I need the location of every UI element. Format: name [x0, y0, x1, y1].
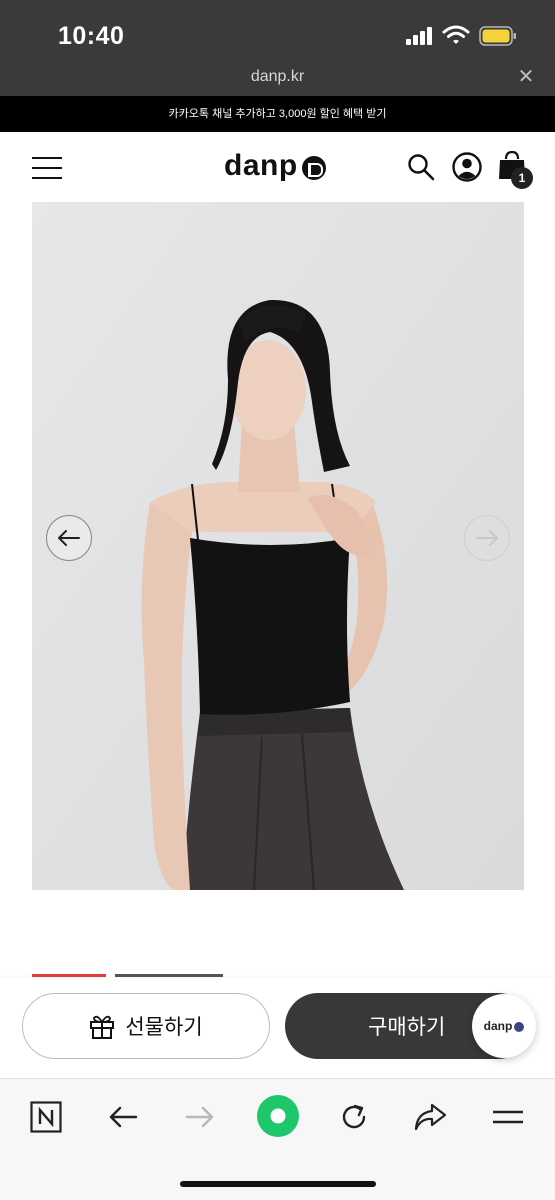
buy-button-label: 구매하기: [368, 1016, 446, 1039]
share-icon[interactable]: [410, 1097, 450, 1137]
gift-icon: [90, 1015, 115, 1039]
logo-mark-icon: [301, 156, 326, 180]
url-text[interactable]: danp.kr: [0, 68, 555, 86]
product-photo: [32, 202, 524, 890]
arrow-right-icon: [476, 530, 498, 546]
search-icon[interactable]: [407, 153, 435, 181]
logo-text: danp: [224, 149, 298, 182]
cart-count-badge: 1: [511, 167, 533, 189]
reload-icon[interactable]: [334, 1097, 374, 1137]
cellular-signal-icon: [406, 27, 434, 45]
gift-button[interactable]: 선물하기: [22, 993, 270, 1059]
home-indicator[interactable]: [180, 1181, 376, 1187]
carousel-prev-button[interactable]: [46, 515, 92, 561]
arrow-left-icon: [58, 530, 80, 546]
carousel-indicator-active[interactable]: [32, 974, 106, 977]
forward-arrow-icon[interactable]: [180, 1097, 220, 1137]
account-icon[interactable]: [452, 152, 482, 182]
battery-icon: [479, 26, 516, 46]
close-icon[interactable]: ✕: [515, 66, 537, 88]
chat-logo-icon: [514, 1022, 525, 1032]
naver-n-icon[interactable]: [26, 1097, 66, 1137]
chat-button-label: danp: [483, 1019, 513, 1033]
chat-floating-button[interactable]: danp: [472, 994, 536, 1058]
site-header: danp: [0, 132, 555, 202]
purchase-cta-bar: 선물하기 구매하기 danp: [0, 978, 555, 1078]
status-time: 10:40: [58, 22, 125, 50]
back-arrow-icon[interactable]: [103, 1097, 143, 1137]
site-logo[interactable]: danp: [224, 148, 326, 184]
carousel-indicator[interactable]: [115, 974, 223, 977]
promo-banner[interactable]: 카카오톡 채널 추가하고 3,000원 할인 혜택 받기: [0, 96, 555, 132]
carousel-next-button[interactable]: [464, 515, 510, 561]
product-image[interactable]: [32, 202, 524, 890]
green-home-icon[interactable]: [255, 1093, 301, 1139]
hamburger-menu-icon[interactable]: [32, 157, 62, 179]
status-and-url-bar: 10:40 danp.kr ✕: [0, 0, 555, 96]
gift-button-label: 선물하기: [125, 1016, 203, 1039]
wifi-icon: [442, 25, 470, 44]
menu-icon[interactable]: [488, 1097, 528, 1137]
